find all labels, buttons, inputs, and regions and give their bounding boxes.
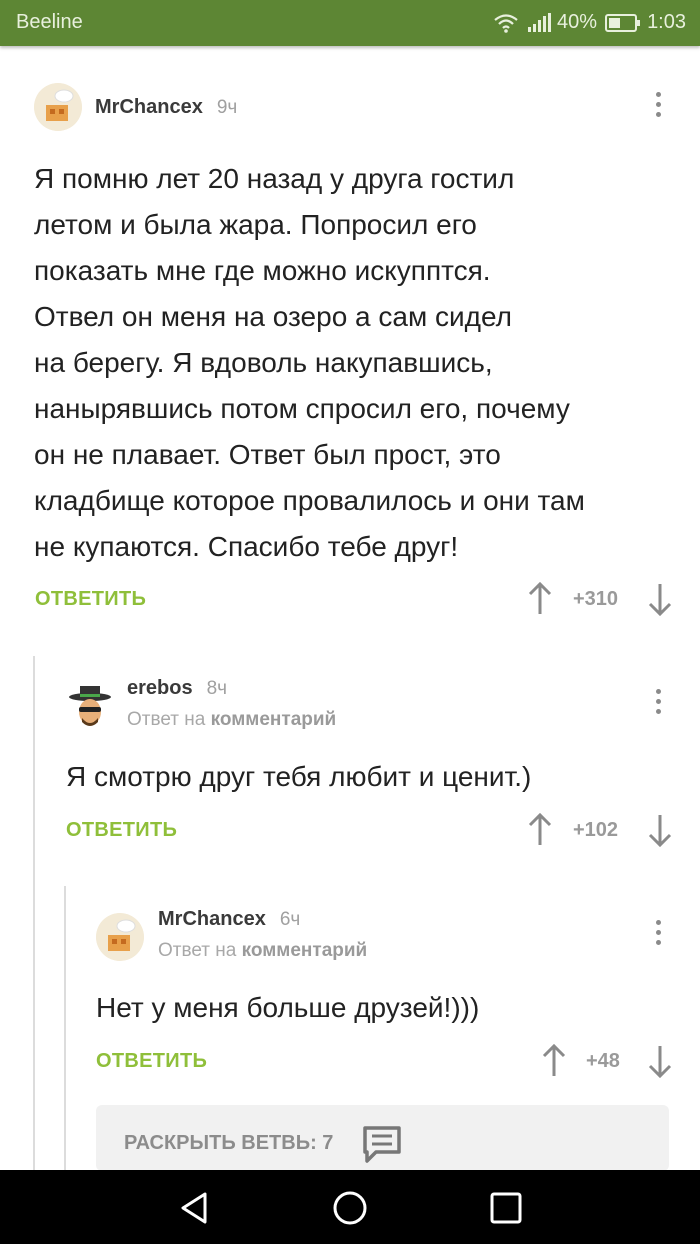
reply-to[interactable]: Ответ на комментарий bbox=[127, 709, 336, 731]
rating: +102 bbox=[573, 819, 619, 841]
expand-branch-button[interactable]: РАСКРЫТЬ ВЕТВЬ: 7 bbox=[96, 1105, 669, 1171]
comment-line: он не плавает. Ответ был прост, это bbox=[34, 439, 501, 470]
navigation-bar bbox=[0, 1170, 700, 1244]
comment-author[interactable]: MrChancex 6ч bbox=[158, 908, 300, 931]
reply-to-link[interactable]: комментарий bbox=[242, 940, 368, 961]
comment-author[interactable]: erebos 8ч bbox=[127, 677, 227, 700]
reply-to[interactable]: Ответ на комментарий bbox=[158, 940, 367, 962]
comment-line: Отвел он меня на озеро а сам сидел bbox=[34, 301, 512, 332]
rating: +310 bbox=[573, 588, 619, 610]
reply-button[interactable]: ОТВЕТИТЬ bbox=[96, 1050, 207, 1073]
reply-button[interactable]: ОТВЕТИТЬ bbox=[35, 588, 146, 611]
more-options-icon[interactable] bbox=[655, 689, 663, 719]
comment-line: показать мне где можно искупптся. bbox=[34, 255, 491, 286]
nav-back-icon[interactable] bbox=[175, 1188, 215, 1228]
comment-root: MrChancex 9ч Я помню лет 20 назад у друга… bbox=[0, 0, 700, 640]
author-name[interactable]: MrChancex bbox=[158, 908, 266, 930]
avatar[interactable] bbox=[34, 83, 82, 131]
arrow-down-icon[interactable] bbox=[646, 582, 674, 617]
arrow-up-icon[interactable] bbox=[540, 1043, 568, 1078]
comments-icon bbox=[362, 1125, 402, 1170]
author-name[interactable]: erebos bbox=[127, 677, 193, 699]
arrow-up-icon[interactable] bbox=[526, 812, 554, 847]
comment-text: Нет у меня больше друзей!))) bbox=[96, 992, 480, 1023]
reply-button[interactable]: ОТВЕТИТЬ bbox=[66, 819, 177, 842]
author-name[interactable]: MrChancex bbox=[95, 96, 203, 118]
reply-to-link[interactable]: комментарий bbox=[211, 709, 337, 730]
nav-home-icon[interactable] bbox=[330, 1188, 370, 1228]
comment-text: Я помню лет 20 назад у друга гостил лето… bbox=[34, 156, 674, 570]
comment-line: летом и была жара. Попросил его bbox=[34, 209, 477, 240]
comment-line: кладбище которое провалилось и они там bbox=[34, 485, 585, 516]
comment-line: не купаются. Спасибо тебе друг! bbox=[34, 531, 459, 562]
comment-line: на берегу. Я вдоволь накупавшись, bbox=[34, 347, 493, 378]
nav-recent-icon[interactable] bbox=[486, 1188, 526, 1228]
more-options-icon[interactable] bbox=[655, 920, 663, 950]
thread-line bbox=[33, 656, 35, 1170]
avatar[interactable] bbox=[66, 682, 114, 730]
expand-branch-label: РАСКРЫТЬ ВЕТВЬ: 7 bbox=[124, 1132, 334, 1154]
arrow-down-icon[interactable] bbox=[646, 813, 674, 848]
comment-line: нанырявшись потом спросил его, почему bbox=[34, 393, 570, 424]
comment-time: 9ч bbox=[216, 97, 238, 118]
arrow-up-icon[interactable] bbox=[526, 581, 554, 616]
reply-to-prefix: Ответ на bbox=[158, 940, 237, 961]
arrow-down-icon[interactable] bbox=[646, 1044, 674, 1079]
comment-text: Я смотрю друг тебя любит и ценит.) bbox=[66, 761, 532, 792]
comment-time: 8ч bbox=[206, 678, 228, 699]
rating: +48 bbox=[586, 1050, 620, 1072]
comment-author[interactable]: MrChancex 9ч bbox=[95, 96, 237, 119]
thread-line bbox=[64, 886, 66, 1170]
comment-line: Я помню лет 20 назад у друга гостил bbox=[34, 163, 515, 194]
more-options-icon[interactable] bbox=[655, 92, 663, 122]
comment-time: 6ч bbox=[279, 909, 301, 930]
reply-to-prefix: Ответ на bbox=[127, 709, 206, 730]
avatar[interactable] bbox=[96, 913, 144, 961]
